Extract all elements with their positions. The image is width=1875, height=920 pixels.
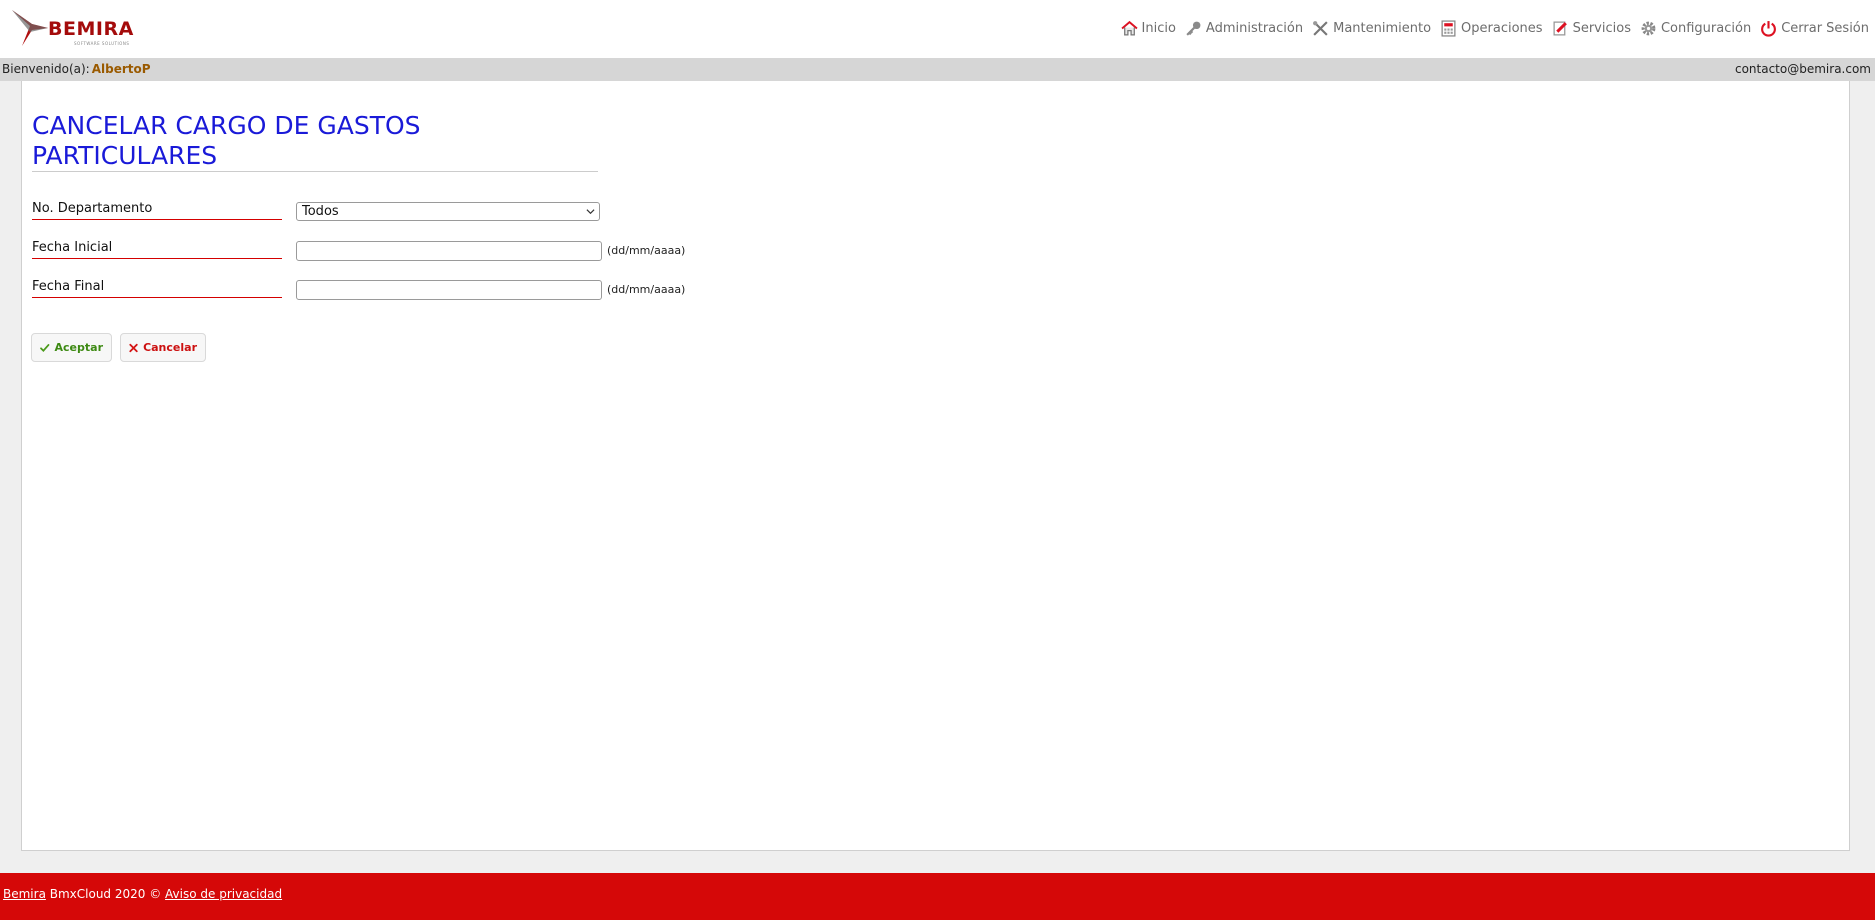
nav-servicios[interactable]: Servicios: [1552, 20, 1631, 37]
start-date-format-hint: (dd/mm/aaaa): [607, 244, 686, 257]
nav-operaciones[interactable]: Operaciones: [1440, 19, 1543, 37]
welcome-prefix: Bienvenido(a):: [2, 62, 90, 76]
edit-icon: [1553, 20, 1567, 36]
nav-mantenimiento[interactable]: Mantenimiento: [1312, 20, 1431, 37]
contact-email: contacto@bemira.com: [1734, 62, 1871, 76]
nav-label: Administración: [1205, 20, 1304, 36]
accept-button-label: Aceptar: [54, 341, 103, 354]
department-select[interactable]: Todos: [296, 202, 600, 221]
main-nav: Inicio Administración Mantenimiento Oper…: [1112, 18, 1869, 38]
welcome-username: AlbertoP: [91, 62, 151, 76]
tools-icon: [1313, 20, 1328, 36]
nav-label: Operaciones: [1461, 20, 1543, 36]
cancel-button[interactable]: Cancelar: [120, 333, 206, 362]
cancel-button-label: Cancelar: [143, 341, 197, 354]
gear-icon: [1641, 21, 1656, 35]
power-icon: [1761, 20, 1777, 37]
nav-cerrar-sesion[interactable]: Cerrar Sesión: [1760, 20, 1869, 37]
welcome-bar: Bienvenido(a): AlbertoP contacto@bemira.c…: [0, 58, 1875, 81]
footer-brand-link[interactable]: Bemira: [3, 887, 46, 901]
department-label: No. Departamento: [32, 201, 282, 220]
logo-tagline: SOFTWARE SOLUTIONS: [74, 41, 130, 46]
nav-label: Configuración: [1660, 20, 1752, 36]
footer-text: Bemira BmxCloud 2020 © Aviso de privacid…: [3, 887, 282, 901]
footer: Bemira BmxCloud 2020 © Aviso de privacid…: [0, 873, 1875, 920]
check-icon: [40, 343, 50, 352]
nav-label: Mantenimiento: [1333, 20, 1432, 36]
app-header: BEMIRA SOFTWARE SOLUTIONS Inicio Adminis…: [0, 0, 1875, 58]
end-date-format-hint: (dd/mm/aaaa): [607, 283, 686, 296]
department-selected-value: Todos: [302, 204, 339, 219]
start-date-label: Fecha Inicial: [32, 240, 282, 259]
end-date-label: Fecha Final: [32, 279, 282, 298]
nav-label: Cerrar Sesión: [1781, 20, 1869, 36]
nav-administracion[interactable]: Administración: [1185, 20, 1303, 37]
bemira-logo[interactable]: BEMIRA SOFTWARE SOLUTIONS: [8, 6, 138, 50]
nav-label: Inicio: [1141, 20, 1176, 36]
calculator-icon: [1441, 19, 1456, 37]
home-icon: [1120, 20, 1138, 36]
title-divider: [32, 171, 598, 172]
privacy-link[interactable]: Aviso de privacidad: [165, 887, 282, 901]
key-icon: [1186, 21, 1201, 36]
logo-star-icon: [12, 10, 48, 46]
logo-text: BEMIRA: [48, 18, 134, 40]
end-date-input[interactable]: [296, 280, 602, 300]
nav-configuracion[interactable]: Configuración: [1640, 20, 1751, 37]
footer-copyright: BmxCloud 2020 ©: [45, 887, 166, 901]
nav-label: Servicios: [1572, 20, 1631, 36]
content-panel: CANCELAR CARGO DE GASTOS PARTICULARES No…: [21, 81, 1850, 851]
welcome-message: Bienvenido(a): AlbertoP: [2, 58, 151, 81]
start-date-input[interactable]: [296, 241, 602, 261]
accept-button[interactable]: Aceptar: [31, 333, 112, 362]
nav-inicio[interactable]: Inicio: [1120, 20, 1176, 37]
close-icon: [129, 343, 138, 352]
page-title: CANCELAR CARGO DE GASTOS PARTICULARES: [32, 111, 421, 170]
chevron-down-icon: [586, 209, 595, 215]
